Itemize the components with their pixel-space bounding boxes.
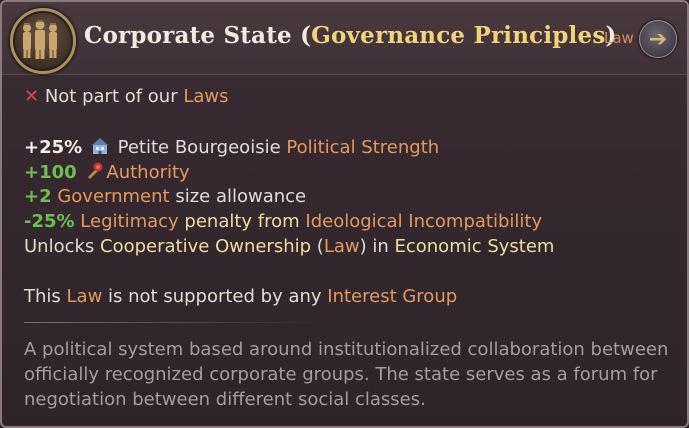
effect-value: +2 [24,186,52,207]
petite-bourgeoisie-icon [90,136,110,156]
arrow-right-icon: ➔ [648,26,668,52]
law-tooltip: Corporate State (Governance Principles) … [0,0,689,428]
effect-government-size: +2 Government size allowance [24,186,306,207]
effect-text: penalty from [178,211,306,232]
law-link[interactable]: Law [67,286,103,307]
authority-link[interactable]: Authority [106,162,189,183]
unlocks-paren-open: ( [311,236,324,257]
unlocks-text: Unlocks [24,236,101,257]
statesmen-emblem-icon [10,8,76,74]
effect-value: +100 [24,162,77,183]
government-link[interactable]: Government [57,186,169,207]
law-status-line: ✕ Not part of our Laws [24,86,229,107]
red-x-icon: ✕ [24,86,40,107]
unlocks-line: Unlocks Cooperative Ownership (Law) in E… [24,236,554,257]
effect-value: -25% [24,211,75,232]
unlocks-in-text: in [366,236,395,257]
status-text: Not part of our [44,86,184,107]
economic-system-link[interactable]: Economic System [394,236,554,257]
support-text: This [24,286,67,307]
effect-text: size allowance [169,186,307,207]
law-name: Corporate State [84,22,292,49]
legitimacy-link[interactable]: Legitimacy [80,211,178,232]
section-divider [24,322,324,323]
effect-pop-type: Petite Bourgeoisie [111,137,287,158]
effect-legitimacy: -25% Legitimacy penalty from Ideological… [24,211,542,232]
law-title: Corporate State (Governance Principles) [84,22,617,49]
authority-icon [84,161,104,181]
support-text: is not supported by any [102,286,328,307]
unlocks-paren-close: ) [359,236,367,257]
effect-political-strength: +25% Petite Bourgeoisie Political Streng… [24,136,439,158]
laws-link[interactable]: Laws [183,86,228,107]
interest-group-link[interactable]: Interest Group [327,286,457,307]
law-link[interactable]: Law [324,236,360,257]
law-group-name[interactable]: Governance Principles [311,22,605,49]
cooperative-ownership-link[interactable]: Cooperative Ownership [100,236,311,257]
title-paren-open: ( [291,22,312,49]
law-type-label: Law [604,29,634,47]
open-law-button[interactable]: ➔ [639,20,677,58]
tooltip-header: Corporate State (Governance Principles) … [2,2,687,75]
effect-authority: +100 Authority [24,161,190,183]
support-line: This Law is not supported by any Interes… [24,286,457,307]
law-description: A political system based around institut… [24,339,669,410]
effect-value: +25% [24,137,83,158]
political-strength-link[interactable]: Political Strength [286,137,439,158]
ideological-incompatibility-link[interactable]: Ideological Incompatibility [305,211,542,232]
